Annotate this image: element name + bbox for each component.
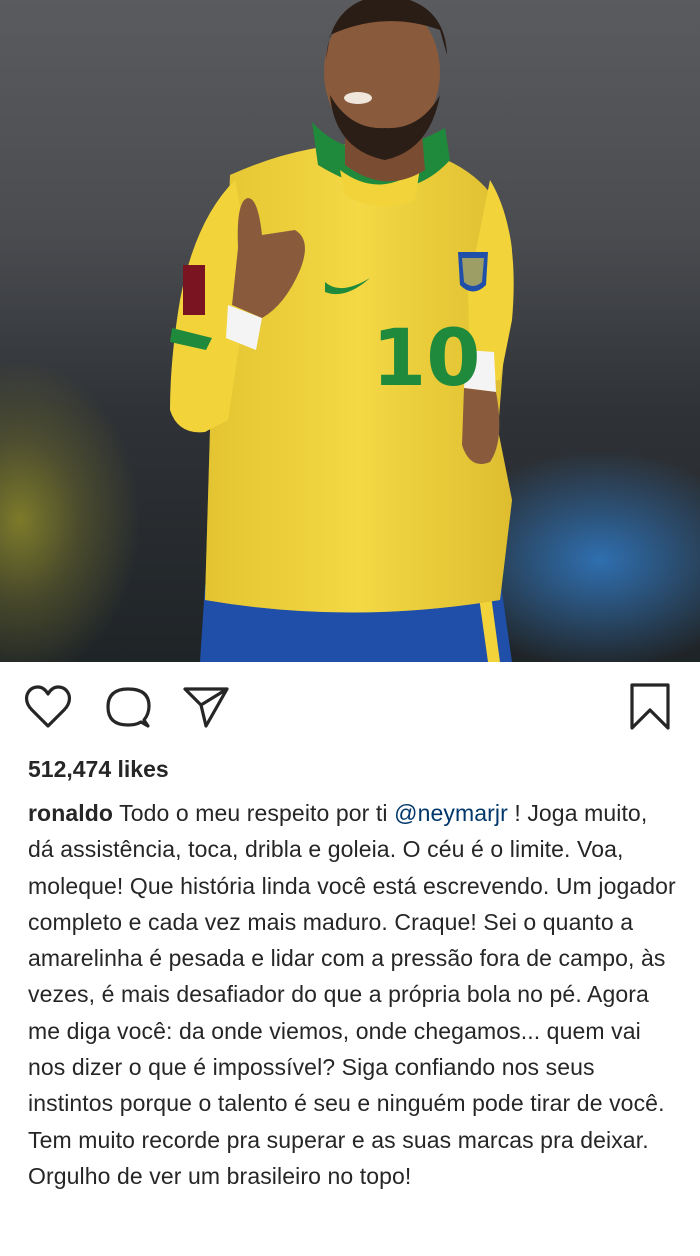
caption-mention-link[interactable]: @neymarjr: [394, 800, 508, 826]
caption-text-start: Todo o meu respeito por ti: [113, 800, 395, 826]
post-caption: ronaldo Todo o meu respeito por ti @neym…: [28, 795, 676, 1194]
post-photo[interactable]: 10: [0, 0, 700, 662]
player-illustration: 10: [170, 0, 514, 662]
caption-text-rest: ! Joga muito, dá assistência, toca, drib…: [28, 800, 676, 1189]
paper-plane-icon: [183, 687, 229, 728]
instagram-post: 10 512,474 likes ronaldo Todo o meu resp…: [0, 0, 700, 1256]
caption-username[interactable]: ronaldo: [28, 800, 113, 826]
like-button[interactable]: [24, 684, 72, 730]
heart-icon: [24, 685, 72, 728]
likes-count[interactable]: 512,474 likes: [28, 756, 169, 783]
bookmark-icon: [630, 683, 670, 730]
comment-bubble-icon: [106, 687, 151, 728]
svg-text:10: 10: [372, 314, 481, 404]
comment-button[interactable]: [104, 684, 152, 730]
share-button[interactable]: [182, 684, 230, 730]
save-button[interactable]: [628, 682, 672, 732]
